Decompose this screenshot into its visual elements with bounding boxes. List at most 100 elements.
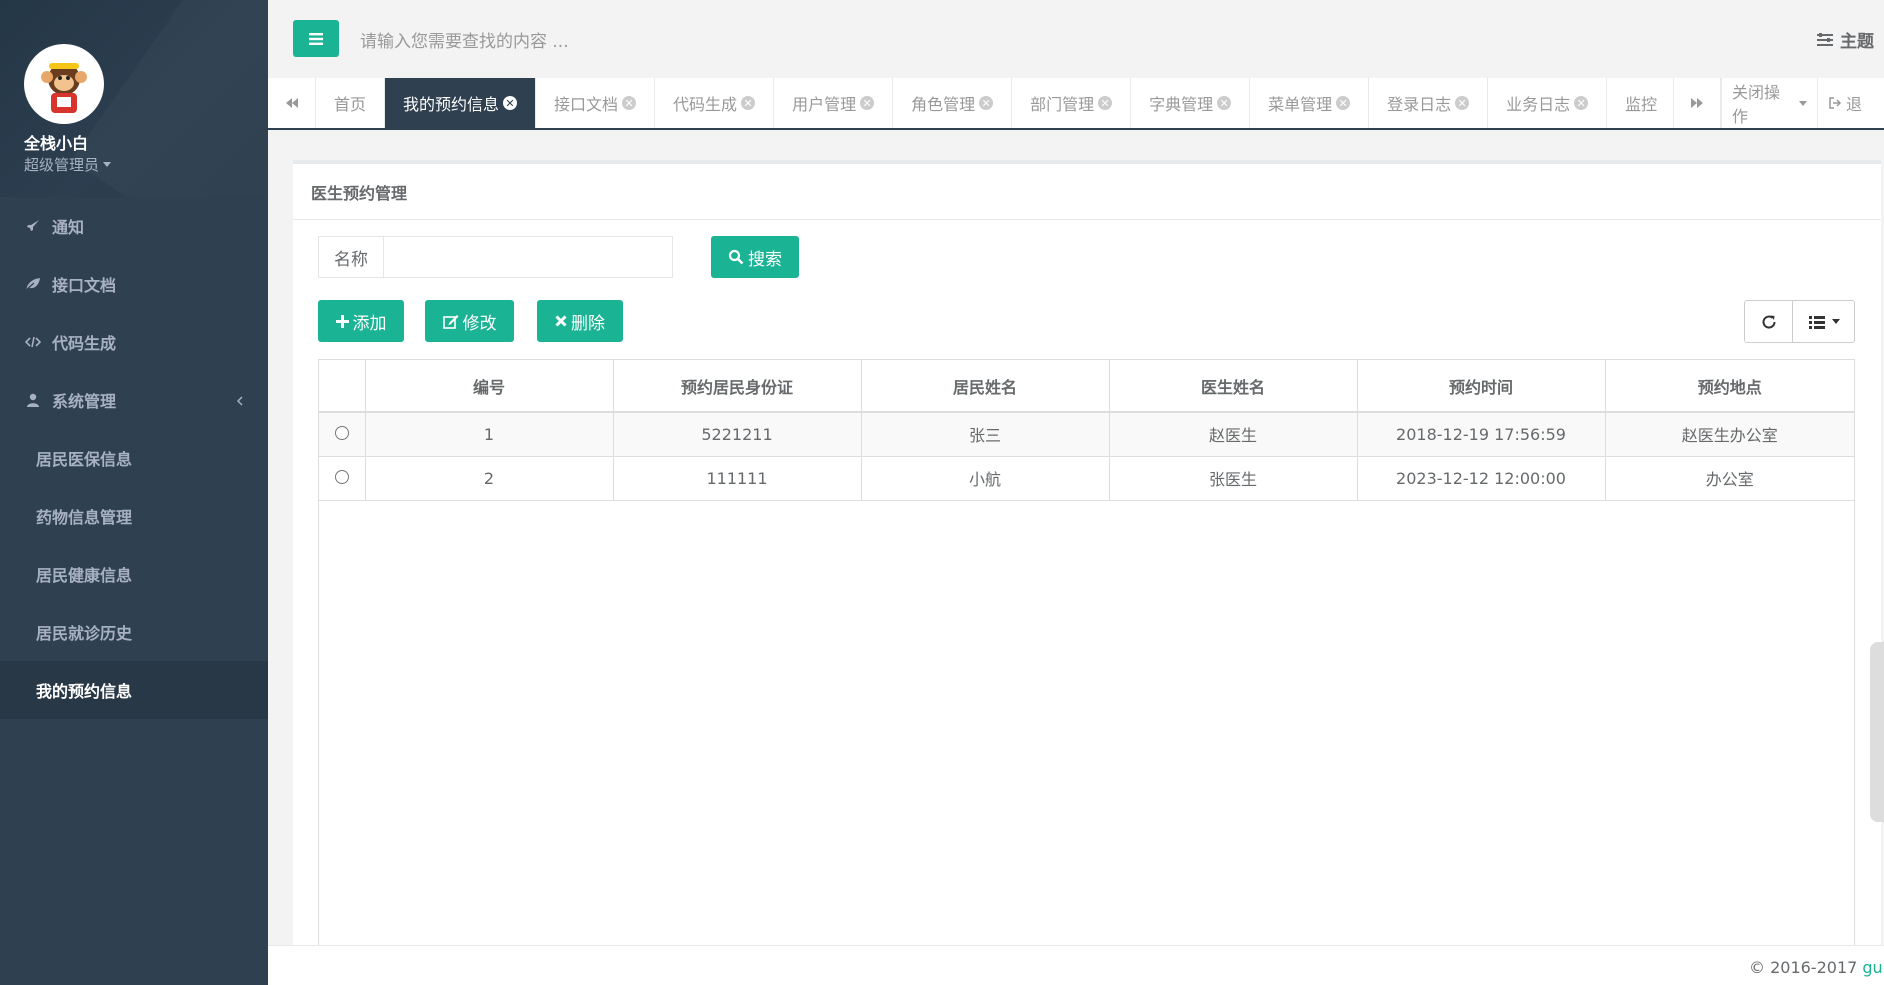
table-cell: 张三 — [861, 412, 1110, 457]
search-button[interactable]: 搜索 — [711, 236, 799, 278]
sign-out-icon — [1829, 97, 1842, 109]
chevron-left-icon — [236, 392, 244, 411]
table-cell: 2 — [365, 456, 614, 501]
column-header[interactable]: 预约居民身份证 — [613, 360, 862, 413]
tab-business-log[interactable]: 业务日志 ✕ — [1488, 78, 1608, 128]
table-cell: 1 — [365, 412, 614, 457]
tab-role-mgmt[interactable]: 角色管理 ✕ — [893, 78, 1013, 128]
row-select-cell[interactable] — [319, 412, 366, 457]
sidebar-nav: 通知 接口文档 代码生成 系统管理 居民医保信息 药物信息管理 居民健康信息 居… — [0, 197, 268, 719]
add-button[interactable]: 添加 — [318, 300, 404, 342]
tab-menu-mgmt[interactable]: 菜单管理 ✕ — [1250, 78, 1370, 128]
table-row[interactable]: 2 111111 小航 张医生 2023-12-12 12:00:00 办公室 — [319, 456, 1854, 501]
column-header[interactable]: 预约时间 — [1357, 360, 1606, 413]
table-cell: 办公室 — [1605, 456, 1854, 501]
caret-down-icon — [1831, 319, 1840, 324]
times-icon — [555, 315, 567, 327]
refresh-icon — [1762, 315, 1776, 329]
sidebar-subitem-my-appointments[interactable]: 我的预约信息 — [0, 661, 268, 719]
tab-dept-mgmt[interactable]: 部门管理 ✕ — [1012, 78, 1132, 128]
search-input[interactable] — [384, 236, 673, 278]
sidebar-subitem-health[interactable]: 居民健康信息 — [0, 545, 268, 603]
column-header[interactable]: 预约地点 — [1605, 360, 1854, 413]
tabs-list: 首页 我的预约信息 ✕ 接口文档 ✕ 代码生成 ✕ 用户管理 ✕ 角色管理 ✕ 部门管理 ✕… — [316, 78, 1673, 128]
close-icon[interactable]: ✕ — [1455, 96, 1470, 110]
column-header[interactable]: 编号 — [365, 360, 614, 413]
tab-user-mgmt[interactable]: 用户管理 ✕ — [774, 78, 894, 128]
user-icon — [24, 393, 42, 407]
tab-dict-mgmt[interactable]: 字典管理 ✕ — [1131, 78, 1251, 128]
sidebar-subitem-visit-history[interactable]: 居民就诊历史 — [0, 603, 268, 661]
sidebar-item-code-gen[interactable]: 代码生成 — [0, 313, 268, 371]
side-scroll-handle[interactable] — [1870, 642, 1884, 822]
close-icon[interactable]: ✕ — [979, 96, 994, 110]
search-label: 名称 — [318, 236, 384, 278]
tab-label: 部门管理 — [1030, 95, 1095, 114]
sidebar-item-label: 代码生成 — [52, 334, 117, 353]
page-tabs-bar: 首页 我的预约信息 ✕ 接口文档 ✕ 代码生成 ✕ 用户管理 ✕ 角色管理 ✕ 部门管理 ✕… — [268, 78, 1884, 130]
sidebar-item-notice[interactable]: 通知 — [0, 197, 268, 255]
row-radio[interactable] — [334, 469, 349, 484]
logout-label: 退 — [1846, 95, 1863, 114]
close-icon[interactable]: ✕ — [1574, 96, 1589, 110]
tab-monitor[interactable]: 监控 — [1607, 78, 1673, 128]
user-role-dropdown[interactable]: 超级管理员 — [24, 154, 112, 175]
caret-down-icon — [103, 162, 112, 167]
close-icon[interactable]: ✕ — [860, 96, 875, 110]
avatar[interactable] — [24, 44, 104, 124]
tab-label: 角色管理 — [911, 95, 976, 114]
sidebar-item-system[interactable]: 系统管理 — [0, 371, 268, 429]
close-icon[interactable]: ✕ — [503, 96, 518, 110]
search-button-label: 搜索 — [748, 249, 782, 270]
top-header: 请输入您需要查找的内容 ... 主题 — [268, 0, 1884, 78]
tab-label: 业务日志 — [1506, 95, 1571, 114]
tabs-scroll-left-button[interactable] — [268, 78, 316, 128]
close-icon[interactable]: ✕ — [622, 96, 637, 110]
refresh-button[interactable] — [1745, 301, 1792, 342]
menu-toggle-button[interactable] — [293, 20, 339, 57]
columns-toggle-button[interactable] — [1792, 301, 1854, 342]
sidebar-subitem-medicine[interactable]: 药物信息管理 — [0, 487, 268, 545]
logout-button[interactable]: 退 — [1817, 78, 1884, 128]
close-icon[interactable]: ✕ — [1098, 96, 1113, 110]
tab-label: 登录日志 — [1387, 95, 1452, 114]
theme-button[interactable]: 主题 — [1816, 27, 1874, 52]
sidebar-subitem-insurance[interactable]: 居民医保信息 — [0, 429, 268, 487]
tab-login-log[interactable]: 登录日志 ✕ — [1369, 78, 1489, 128]
table-cell: 小航 — [861, 456, 1110, 501]
forward-icon — [1691, 98, 1703, 108]
code-icon — [24, 335, 42, 349]
tab-my-appointments[interactable]: 我的预约信息 ✕ — [385, 78, 537, 128]
plus-icon — [335, 314, 349, 328]
table-cell: 2023-12-12 12:00:00 — [1357, 456, 1606, 501]
sidebar-item-api-docs[interactable]: 接口文档 — [0, 255, 268, 313]
user-name: 全栈小白 — [24, 134, 89, 153]
main-panel: 医生预约管理 名称 搜索 添加 修改 删除 编号 预约居民身份证 居民姓名 医生… — [293, 160, 1881, 950]
rocket-icon — [24, 219, 42, 233]
tabs-scroll-right-button[interactable] — [1673, 78, 1721, 128]
top-search-input[interactable]: 请输入您需要查找的内容 ... — [360, 27, 569, 52]
row-radio[interactable] — [334, 425, 349, 440]
edit-button[interactable]: 修改 — [425, 300, 514, 342]
close-operations-dropdown[interactable]: 关闭操作 — [1721, 78, 1817, 128]
column-header[interactable]: 居民姓名 — [861, 360, 1110, 413]
add-button-label: 添加 — [352, 313, 387, 334]
tab-label: 用户管理 — [792, 95, 857, 114]
close-icon[interactable]: ✕ — [1217, 96, 1232, 110]
page-title: 医生预约管理 — [293, 164, 1881, 220]
theme-label: 主题 — [1840, 32, 1874, 52]
close-icon[interactable]: ✕ — [741, 96, 756, 110]
column-header[interactable]: 医生姓名 — [1109, 360, 1358, 413]
tab-home[interactable]: 首页 — [316, 78, 386, 128]
tab-code-gen[interactable]: 代码生成 ✕ — [655, 78, 775, 128]
tab-label: 我的预约信息 — [403, 95, 500, 114]
delete-button[interactable]: 删除 — [537, 300, 623, 342]
footer-link[interactable]: guns — [1862, 958, 1884, 977]
row-select-cell[interactable] — [319, 456, 366, 501]
tab-api-docs[interactable]: 接口文档 ✕ — [536, 78, 656, 128]
close-icon[interactable]: ✕ — [1336, 96, 1351, 110]
data-table: 编号 预约居民身份证 居民姓名 医生姓名 预约时间 预约地点 1 5221211… — [318, 359, 1855, 950]
close-operations-label: 关闭操作 — [1732, 83, 1781, 126]
table-row[interactable]: 1 5221211 张三 赵医生 2018-12-19 17:56:59 赵医生… — [319, 412, 1854, 457]
tab-label: 首页 — [334, 95, 367, 114]
